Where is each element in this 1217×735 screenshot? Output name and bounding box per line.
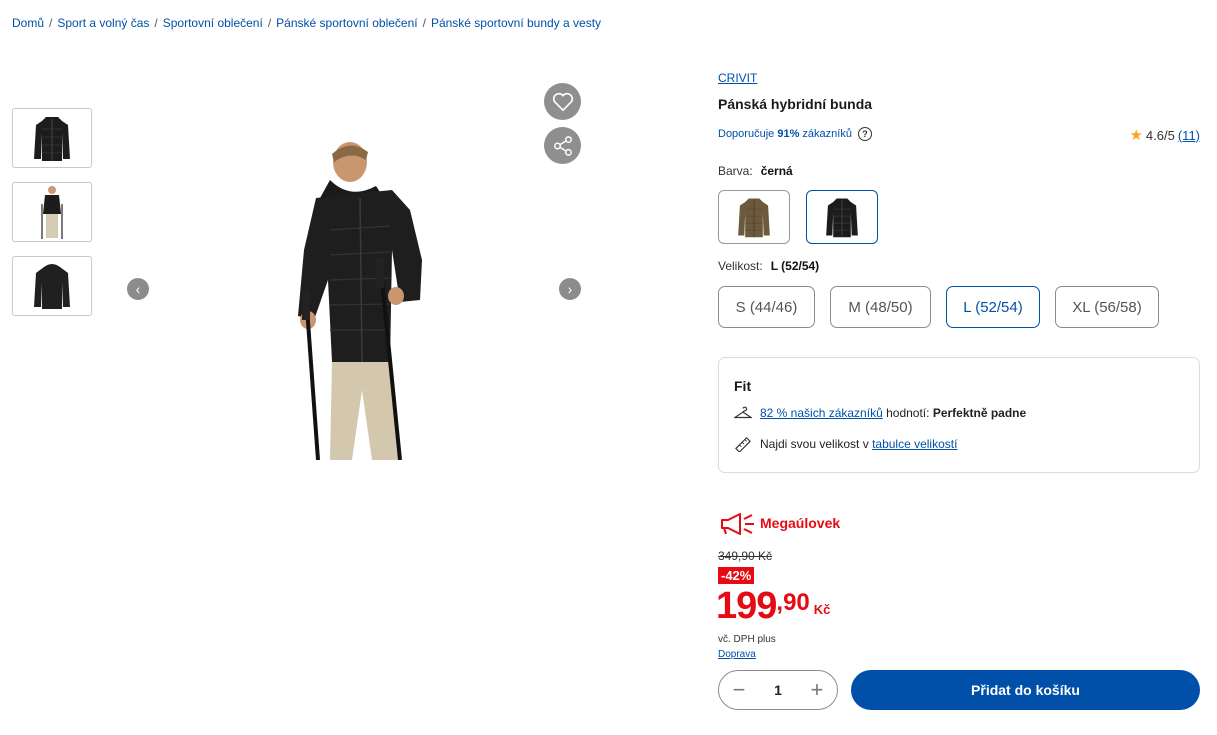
- fit-size-text: Najdi svou velikost v: [760, 437, 869, 451]
- size-option-m[interactable]: M (48/50): [830, 286, 931, 328]
- size-selected: L (52/54): [770, 259, 820, 273]
- vat-note: vč. DPH plus: [718, 634, 776, 645]
- price-fraction: ,90: [776, 589, 810, 616]
- recommendation: Doporučuje 91% zákazníků ?: [718, 127, 872, 141]
- recommend-suffix: zákazníků: [802, 128, 852, 140]
- price-currency: Kč: [813, 602, 831, 617]
- main-product-image: [298, 142, 422, 460]
- breadcrumb-separator: /: [49, 16, 53, 30]
- breadcrumb-sport[interactable]: Sport a volný čas: [57, 16, 149, 30]
- mega-deal-badge: Megaúlovek: [718, 510, 840, 536]
- thumbnail-jacket-back[interactable]: [12, 256, 92, 316]
- increase-quantity-button[interactable]: +: [807, 679, 827, 701]
- size-option-s[interactable]: S (44/46): [718, 286, 815, 328]
- fit-rating-value: Perfektně padne: [932, 406, 1027, 420]
- color-option-olive[interactable]: [718, 190, 790, 244]
- rating: ★ 4.6/5 (11): [1129, 126, 1200, 144]
- breadcrumb-mens-jackets[interactable]: Pánské sportovní bundy a vesty: [431, 16, 601, 30]
- wishlist-button[interactable]: [544, 83, 581, 120]
- breadcrumb-mens-clothing[interactable]: Pánské sportovní oblečení: [276, 16, 417, 30]
- price-main: 199: [716, 585, 777, 627]
- share-icon: [553, 135, 572, 156]
- color-label: Barva: černá: [718, 164, 793, 178]
- share-button[interactable]: [544, 127, 581, 164]
- color-option-black[interactable]: [806, 190, 878, 244]
- jacket-image: [826, 198, 858, 238]
- jacket-image: [738, 198, 770, 238]
- chevron-left-icon: ‹: [135, 281, 141, 297]
- fit-title: Fit: [734, 378, 752, 394]
- size-option-l[interactable]: L (52/54): [946, 286, 1040, 328]
- discount-badge: -42%: [718, 567, 755, 584]
- fit-rating-row: 82 % našich zákazníků hodnotí: Perfektně…: [734, 406, 1026, 420]
- quantity-value[interactable]: 1: [774, 682, 782, 698]
- current-price: 199 ,90 Kč: [716, 584, 830, 628]
- recommend-percent: 91%: [777, 128, 800, 140]
- add-to-cart-button[interactable]: Přidat do košíku: [851, 670, 1200, 710]
- fit-rating-link[interactable]: 82 % našich zákazníků: [760, 406, 883, 420]
- size-option-xl[interactable]: XL (56/58): [1055, 286, 1159, 328]
- model-image: [41, 186, 63, 239]
- breadcrumb-separator: /: [422, 16, 426, 30]
- ruler-icon: [735, 436, 751, 452]
- color-selected: černá: [760, 164, 793, 178]
- thumbnail-model[interactable]: [12, 182, 92, 242]
- product-title: Pánská hybridní bunda: [718, 96, 873, 112]
- fit-rating-mid: hodnotí:: [886, 406, 930, 420]
- color-label-text: Barva:: [718, 164, 753, 178]
- shipping-link[interactable]: Doprava: [718, 649, 756, 660]
- next-image-button[interactable]: ›: [559, 278, 581, 300]
- jacket-image: [34, 264, 70, 309]
- quantity-stepper: − 1 +: [718, 670, 838, 710]
- fit-panel: Fit 82 % našich zákazníků hodnotí: Perfe…: [718, 357, 1200, 473]
- size-label: Velikost: L (52/54): [718, 259, 819, 273]
- help-icon[interactable]: ?: [857, 127, 872, 141]
- thumbnail-jacket-front[interactable]: [12, 108, 92, 168]
- rating-value: 4.6/5: [1145, 127, 1175, 143]
- size-label-text: Velikost:: [718, 259, 763, 273]
- rating-count-link[interactable]: (11): [1178, 128, 1200, 143]
- heart-icon: [552, 92, 573, 111]
- size-chart-link[interactable]: tabulce velikostí: [872, 437, 957, 451]
- old-price: 349,90 Kč: [718, 549, 773, 563]
- breadcrumb-sport-clothing[interactable]: Sportovní oblečení: [163, 16, 263, 30]
- breadcrumb: Domů / Sport a volný čas / Sportovní obl…: [12, 16, 601, 30]
- fit-size-row: Najdi svou velikost v tabulce velikostí: [734, 436, 957, 452]
- megaphone-icon: [721, 513, 754, 535]
- decrease-quantity-button[interactable]: −: [729, 679, 749, 701]
- prev-image-button[interactable]: ‹: [127, 278, 149, 300]
- star-icon: ★: [1129, 127, 1143, 144]
- mega-deal-label: Megaúlovek: [760, 515, 841, 531]
- recommend-prefix: Doporučuje: [718, 128, 775, 140]
- breadcrumb-home[interactable]: Domů: [12, 16, 44, 30]
- breadcrumb-separator: /: [154, 16, 158, 30]
- jacket-image: [34, 117, 70, 161]
- chevron-right-icon: ›: [567, 281, 573, 297]
- hanger-icon: [734, 406, 752, 419]
- breadcrumb-separator: /: [267, 16, 272, 30]
- brand-link[interactable]: CRIVIT: [718, 71, 757, 85]
